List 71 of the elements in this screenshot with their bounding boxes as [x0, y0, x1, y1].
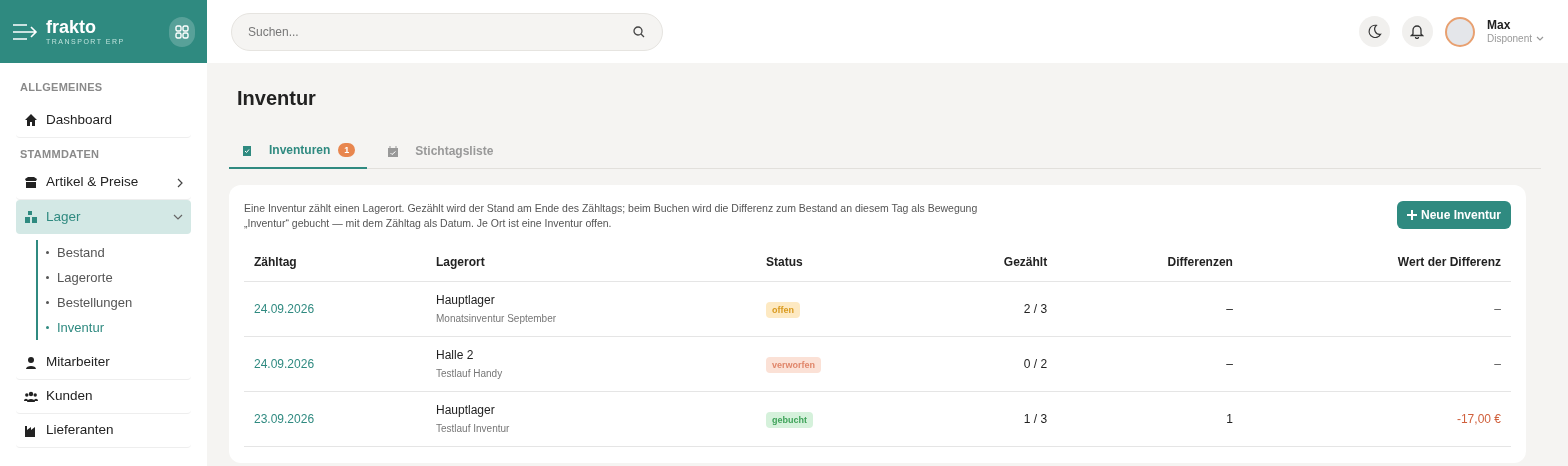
bullet-icon — [46, 251, 49, 254]
status-badge: verworfen — [766, 356, 821, 373]
tab[interactable]: Inventuren 1 — [229, 133, 368, 169]
user-role: Disponent — [1486, 32, 1532, 46]
column-header: Wert der Differenz — [1242, 243, 1511, 281]
difference-value: – — [1494, 356, 1501, 371]
location-note: Monatsinventur September — [436, 312, 558, 326]
location-name: Hauptlager — [436, 402, 496, 419]
submenu-item[interactable]: Inventur — [38, 315, 187, 340]
apps-button[interactable] — [169, 16, 195, 47]
people-icon — [24, 389, 38, 404]
menu-icon[interactable] — [12, 22, 38, 41]
section-heading: ALLGEMEINES — [20, 80, 104, 95]
date-link[interactable]: 23.09.2026 — [254, 411, 315, 426]
column-header: Status — [756, 243, 920, 281]
boxes-icon — [24, 210, 38, 224]
factory-icon — [24, 423, 38, 438]
difference-value: – — [1494, 301, 1501, 316]
submenu-item[interactable]: Bestand — [38, 240, 187, 265]
submenu-item[interactable]: Bestellungen — [38, 290, 187, 315]
location-note: Testlauf Handy — [436, 367, 504, 381]
notifications-button[interactable] — [1401, 16, 1433, 47]
differences-cell: 1 — [1226, 411, 1233, 426]
bell-icon — [1410, 24, 1425, 39]
status-badge: offen — [766, 301, 800, 318]
location-note: Testlauf Inventur — [436, 422, 511, 436]
home-icon — [24, 113, 38, 127]
dark-mode-button[interactable] — [1358, 16, 1390, 47]
plus-icon — [1407, 210, 1417, 220]
search-icon — [633, 25, 645, 38]
sidebar-item[interactable]: Kunden — [16, 380, 191, 414]
date-link[interactable]: 24.09.2026 — [254, 301, 315, 316]
counted-cell: 2 / 3 — [1023, 301, 1048, 316]
box-icon — [24, 175, 38, 190]
bullet-icon — [46, 276, 49, 279]
intro-text: Eine Inventur zählt einen Lagerort. Gezählt wird der Stand am Ende des Zähltags; beim Buchen wird die Differenz zum Bestand an diesem Tag als Bewegung „Inventur“ gebucht — mit dem Zähltag als Datum. Je Ort ist eine Inventur offen. — [244, 201, 979, 231]
location-name: Halle 2 — [436, 347, 475, 364]
bullet-icon — [46, 301, 49, 304]
avatar[interactable] — [1444, 16, 1475, 47]
new-inventory-button[interactable]: Neue Inventur — [1397, 201, 1511, 229]
user-name: Max — [1486, 17, 1512, 33]
column-header: Differenzen — [1057, 243, 1243, 281]
location-name: Hauptlager — [436, 292, 496, 309]
sidebar-item[interactable]: Mitarbeiter — [16, 346, 191, 380]
sidebar-item[interactable]: Dashboard — [16, 103, 191, 138]
section-heading: STAMMDATEN — [20, 146, 101, 162]
bullet-icon — [46, 326, 49, 329]
column-header: Lagerort — [426, 243, 756, 281]
counted-cell: 0 / 2 — [1023, 356, 1048, 371]
differences-cell: – — [1226, 301, 1233, 316]
chevron-down-icon — [173, 214, 183, 220]
difference-value: -17,00 € — [1456, 411, 1501, 426]
clipboard-icon — [241, 143, 253, 157]
column-header: Gezählt — [919, 243, 1058, 281]
grid-icon — [175, 24, 189, 39]
submenu-item[interactable]: Lagerorte — [38, 265, 187, 290]
search-field[interactable]: Suchen... — [231, 12, 663, 51]
chevron-down-icon[interactable] — [1536, 36, 1544, 42]
page-title: Inventur — [237, 86, 317, 111]
person-icon — [24, 355, 38, 370]
moon-icon — [1366, 24, 1382, 39]
brand-name: frakto — [46, 18, 97, 36]
chevron-right-icon — [177, 177, 183, 188]
status-badge: gebucht — [766, 411, 813, 428]
count-badge: 1 — [338, 143, 356, 157]
sidebar-item[interactable]: Lieferanten — [16, 414, 191, 448]
differences-cell: – — [1226, 356, 1233, 371]
date-link[interactable]: 24.09.2026 — [254, 356, 315, 371]
column-header: Zähltag — [244, 243, 426, 281]
counted-cell: 1 / 3 — [1023, 411, 1048, 426]
calendar-icon — [387, 144, 400, 158]
